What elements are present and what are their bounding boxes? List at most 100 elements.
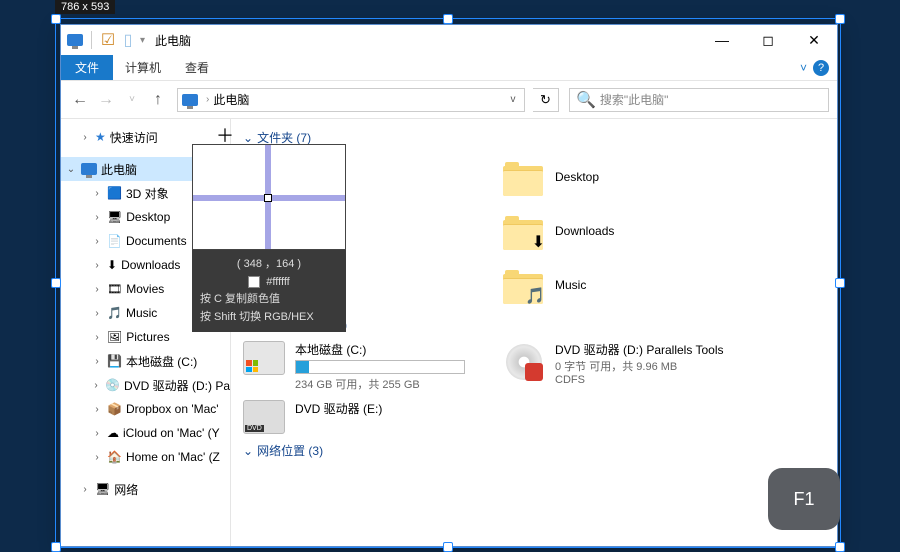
folder-item[interactable]: 🎵 Music [503,258,763,312]
folder-icon: 📦 [107,402,122,416]
f1-help-button[interactable]: F1 [768,468,840,530]
tree-label: 快速访问 [110,129,158,146]
drive-dvd-e[interactable]: DVD DVD 驱动器 (E:) [243,396,503,438]
folder-icon: ⬇ [107,258,117,272]
drive-label: DVD 驱动器 (E:) [295,400,382,417]
expand-icon[interactable]: › [91,452,103,463]
folder-icon: 💿 [105,378,120,392]
tree-item[interactable]: ›☁iCloud on 'Mac' (Y [61,421,230,445]
star-icon: ★ [95,130,106,144]
network-icon: 🖥 [95,482,110,496]
folder-icon: 🖥 [107,210,122,224]
minimize-button[interactable]: — [699,25,745,55]
tree-label: Dropbox on 'Mac' [126,402,219,416]
expand-icon[interactable]: › [91,332,103,343]
breadcrumb[interactable]: 此电脑 [213,91,502,108]
expand-icon[interactable]: › [91,380,101,391]
resize-handle-tm[interactable] [443,14,453,24]
collapse-icon[interactable]: ⌄ [65,164,77,175]
help-icon[interactable]: ? [813,60,829,76]
crosshair-cursor-icon: ＋ [216,122,234,148]
qat-dropdown-icon[interactable]: ▾ [140,35,145,46]
up-button[interactable]: ↑ [147,89,169,111]
folder-label: Downloads [555,224,614,238]
tab-computer[interactable]: 计算机 [113,55,173,80]
capture-dimensions: 786 x 593 [55,0,115,14]
disc-icon [503,341,545,383]
folder-item[interactable]: Desktop [503,150,763,204]
this-pc-icon [67,32,83,48]
tree-label: 此电脑 [101,161,137,178]
drive-label: 本地磁盘 (C:) [295,341,465,358]
folder-icon: 🖼 [107,330,122,344]
search-input[interactable]: 🔍 搜索"此电脑" [569,88,829,112]
tree-label: Music [126,306,157,320]
tree-label: Pictures [126,330,169,344]
resize-handle-tl[interactable] [51,14,61,24]
tree-network[interactable]: › 🖥 网络 [61,477,230,501]
expand-icon[interactable]: › [91,212,103,223]
magnifier-hint1: 按 C 复制颜色值 [200,291,338,309]
tree-label: Documents [126,234,187,248]
expand-icon[interactable]: › [91,356,103,367]
tab-view[interactable]: 查看 [173,55,221,80]
tree-item[interactable]: › 📦 Dropbox on 'Mac' [61,397,230,421]
folder-label: Music [555,278,586,292]
explorer-window: ☑ ▯ ▾ 此电脑 — ◻ ✕ 文件 计算机 查看 ˅ ? ← → ˅ ↑ › … [60,24,838,547]
breadcrumb-sep-icon[interactable]: › [202,94,213,105]
drive-dvd-d[interactable]: DVD 驱动器 (D:) Parallels Tools 0 字节 可用，共 9… [503,337,763,390]
tree-label: Home on 'Mac' (Z [126,450,220,464]
qat-properties-icon[interactable]: ☑ [100,32,116,48]
expand-icon[interactable]: › [91,236,103,247]
address-bar[interactable]: › 此电脑 v [177,88,525,112]
resize-handle-tr[interactable] [835,14,845,24]
ribbon-expand-icon[interactable]: ˅ [800,61,807,75]
ribbon-tabs: 文件 计算机 查看 ˅ ? [61,55,837,81]
drive-fs: CDFS [555,374,723,386]
folder-icon [503,156,545,198]
expand-icon[interactable]: › [79,484,91,495]
close-button[interactable]: ✕ [791,25,837,55]
collapse-icon[interactable]: ⌄ [243,444,253,458]
tree-label: Desktop [126,210,170,224]
disk-usage-bar [295,360,465,374]
tree-label: 本地磁盘 (C:) [126,353,197,370]
address-history-icon[interactable]: v [502,94,524,105]
expand-icon[interactable]: › [91,428,103,439]
folder-icon: 🎵 [503,264,545,306]
folder-icon: 💾 [107,354,122,368]
tree-item[interactable]: ›💿DVD 驱动器 (D:) Pa [61,373,230,397]
forward-button[interactable]: → [95,89,117,111]
section-label: 网络位置 (3) [257,442,323,459]
tree-item[interactable]: ›🏠Home on 'Mac' (Z [61,445,230,469]
expand-icon[interactable]: › [79,132,91,143]
expand-icon[interactable]: › [91,404,103,415]
magnifier-hint2: 按 Shift 切换 RGB/HEX [200,309,338,327]
qat-doc-icon[interactable]: ▯ [120,32,136,48]
tree-label: 网络 [114,481,138,498]
expand-icon[interactable]: › [91,188,103,199]
expand-icon[interactable]: › [91,260,103,271]
collapse-icon[interactable]: ⌄ [243,131,253,145]
back-button[interactable]: ← [69,89,91,111]
refresh-button[interactable]: ↻ [533,88,559,112]
tree-label: 3D 对象 [126,185,169,202]
folder-item[interactable]: ⬇Downloads [503,204,763,258]
folder-label: Desktop [555,170,599,184]
search-placeholder: 搜索"此电脑" [600,91,669,108]
expand-icon[interactable]: › [91,284,103,295]
tree-item[interactable]: › 💾 本地磁盘 (C:) [61,349,230,373]
section-network-locations[interactable]: ⌄ 网络位置 (3) [243,438,825,463]
tree-label: iCloud on 'Mac' (Y [123,426,220,440]
folder-icon: 🎞 [107,282,122,296]
titlebar[interactable]: ☑ ▯ ▾ 此电脑 — ◻ ✕ [61,25,837,55]
maximize-button[interactable]: ◻ [745,25,791,55]
expand-icon[interactable]: › [91,308,103,319]
recent-dropdown-icon[interactable]: ˅ [121,89,143,111]
folder-icon: 📄 [107,234,122,248]
folder-icon: 🟦 [107,186,122,200]
drive-local-c[interactable]: 本地磁盘 (C:) 234 GB 可用，共 255 GB [243,337,503,396]
folder-icon: 🎵 [107,306,122,320]
file-menu[interactable]: 文件 [61,55,113,80]
search-icon: 🔍 [576,90,596,110]
